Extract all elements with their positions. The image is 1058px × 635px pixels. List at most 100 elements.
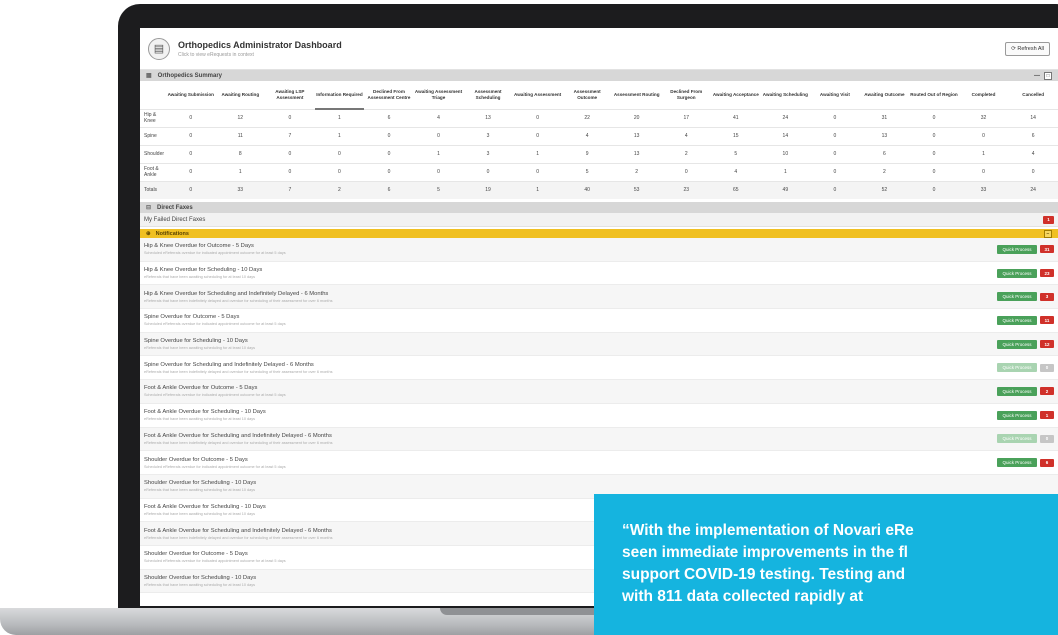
quick-process-button[interactable]: Quick Process: [997, 410, 1037, 420]
notification-item[interactable]: Foot & Ankle Overdue for Outcome - 5 Day…: [140, 380, 1058, 404]
summary-cell[interactable]: 0: [413, 126, 464, 145]
notification-item[interactable]: Foot & Ankle Overdue for Scheduling - 10…: [140, 404, 1058, 428]
summary-cell[interactable]: 0: [958, 126, 1009, 145]
summary-cell[interactable]: 0: [512, 126, 563, 145]
summary-cell[interactable]: 0: [166, 180, 216, 199]
summary-cell[interactable]: 6: [1008, 126, 1058, 145]
summary-cell[interactable]: 2: [314, 180, 365, 199]
quick-process-button[interactable]: Quick Process: [997, 292, 1037, 302]
notification-count[interactable]: 11: [1040, 316, 1054, 325]
summary-cell[interactable]: 3: [463, 144, 513, 163]
summary-cell[interactable]: 0: [512, 108, 563, 127]
quick-process-button[interactable]: Quick Process: [997, 458, 1037, 468]
summary-cell[interactable]: 0: [265, 144, 315, 163]
quick-process-button[interactable]: Quick Process: [997, 315, 1037, 325]
summary-cell[interactable]: 0: [661, 162, 712, 181]
summary-cell[interactable]: 65: [711, 180, 761, 199]
summary-cell[interactable]: 0: [463, 162, 513, 181]
summary-cell[interactable]: 23: [661, 180, 712, 199]
summary-cell[interactable]: 1: [215, 162, 266, 181]
minimize-icon[interactable]: —: [1034, 73, 1040, 79]
summary-cell[interactable]: 0: [166, 108, 216, 127]
summary-cell[interactable]: 1: [760, 162, 811, 181]
summary-cell[interactable]: 4: [413, 108, 464, 127]
summary-cell[interactable]: 5: [413, 180, 464, 199]
summary-cell[interactable]: 13: [611, 144, 662, 163]
page-subtitle[interactable]: Click to view eRequests in context: [178, 52, 342, 58]
quick-process-button[interactable]: Quick Process: [997, 244, 1037, 254]
restore-icon[interactable]: □: [1044, 71, 1052, 80]
summary-cell[interactable]: 53: [611, 180, 662, 199]
summary-cell[interactable]: 6: [364, 180, 414, 199]
summary-cell[interactable]: 0: [810, 108, 860, 127]
summary-cell[interactable]: 0: [909, 108, 959, 127]
summary-cell[interactable]: 13: [611, 126, 662, 145]
summary-cell[interactable]: 0: [1008, 162, 1058, 181]
summary-cell[interactable]: 0: [413, 162, 464, 181]
summary-cell[interactable]: 0: [364, 162, 414, 181]
notification-item[interactable]: Spine Overdue for Scheduling - 10 Days eR…: [140, 332, 1058, 357]
quick-process-button[interactable]: Quick Process: [997, 434, 1037, 444]
collapse-icon[interactable]: −: [1044, 229, 1052, 238]
summary-cell[interactable]: 1: [413, 144, 464, 163]
notification-count[interactable]: 0: [1040, 363, 1054, 372]
summary-cell[interactable]: 0: [909, 162, 959, 181]
summary-cell[interactable]: 19: [463, 180, 513, 199]
summary-cell[interactable]: 0: [958, 162, 1009, 181]
summary-cell[interactable]: 1: [314, 126, 365, 145]
notification-item[interactable]: Foot & Ankle Overdue for Scheduling and …: [140, 427, 1058, 452]
summary-cell[interactable]: 2: [661, 144, 712, 163]
summary-cell[interactable]: 13: [859, 126, 910, 145]
summary-cell[interactable]: 0: [314, 162, 365, 181]
summary-cell[interactable]: 4: [661, 126, 712, 145]
summary-cell[interactable]: 0: [512, 162, 563, 181]
notification-count[interactable]: 3: [1040, 292, 1054, 301]
summary-cell[interactable]: 0: [166, 162, 216, 181]
summary-cell[interactable]: 41: [711, 108, 761, 127]
summary-cell[interactable]: 33: [215, 180, 266, 199]
summary-cell[interactable]: 32: [958, 108, 1009, 127]
summary-cell[interactable]: 0: [265, 108, 315, 127]
summary-cell[interactable]: 24: [760, 108, 811, 127]
summary-cell[interactable]: 2: [611, 162, 662, 181]
quick-process-button[interactable]: Quick Process: [997, 339, 1037, 349]
notification-item[interactable]: Shoulder Overdue for Outcome - 5 Days Sch…: [140, 451, 1058, 475]
notification-count[interactable]: 2: [1040, 387, 1054, 396]
summary-cell[interactable]: 7: [265, 126, 315, 145]
summary-cell[interactable]: 4: [1008, 144, 1058, 163]
summary-cell[interactable]: 0: [314, 144, 365, 163]
summary-cell[interactable]: 0: [810, 144, 860, 163]
notification-item[interactable]: Hip & Knee Overdue for Scheduling - 10 D…: [140, 262, 1058, 286]
summary-cell[interactable]: 0: [166, 144, 216, 163]
quick-process-button[interactable]: Quick Process: [997, 268, 1037, 278]
summary-cell[interactable]: 1: [958, 144, 1009, 163]
summary-cell[interactable]: 49: [760, 180, 811, 199]
summary-cell[interactable]: 4: [711, 162, 761, 181]
summary-cell[interactable]: 0: [364, 126, 414, 145]
summary-cell[interactable]: 0: [810, 126, 860, 145]
summary-cell[interactable]: 0: [364, 144, 414, 163]
quick-process-button[interactable]: Quick Process: [997, 363, 1037, 373]
summary-cell[interactable]: 0: [909, 126, 959, 145]
summary-cell[interactable]: 9: [562, 144, 612, 163]
summary-cell[interactable]: 1: [512, 180, 563, 199]
summary-cell[interactable]: 0: [909, 180, 959, 199]
summary-cell[interactable]: 3: [463, 126, 513, 145]
summary-cell[interactable]: 12: [215, 108, 266, 127]
summary-cell[interactable]: 14: [760, 126, 811, 145]
summary-cell[interactable]: 6: [859, 144, 910, 163]
notification-count[interactable]: 12: [1040, 340, 1054, 349]
notification-count[interactable]: 6: [1040, 458, 1054, 467]
refresh-all-button[interactable]: ⟳ Refresh All: [1005, 41, 1050, 56]
summary-cell[interactable]: 22: [562, 108, 612, 127]
summary-cell[interactable]: 0: [909, 144, 959, 163]
summary-cell[interactable]: 14: [1008, 108, 1058, 127]
summary-cell[interactable]: 17: [661, 108, 712, 127]
notification-item[interactable]: Hip & Knee Overdue for Scheduling and In…: [140, 285, 1058, 310]
summary-cell[interactable]: 0: [810, 180, 860, 199]
summary-cell[interactable]: 40: [562, 180, 612, 199]
summary-cell[interactable]: 13: [463, 108, 513, 127]
notification-item[interactable]: Hip & Knee Overdue for Outcome - 5 Days S…: [140, 238, 1058, 262]
summary-cell[interactable]: 5: [562, 162, 612, 181]
notification-count[interactable]: 31: [1040, 245, 1054, 254]
